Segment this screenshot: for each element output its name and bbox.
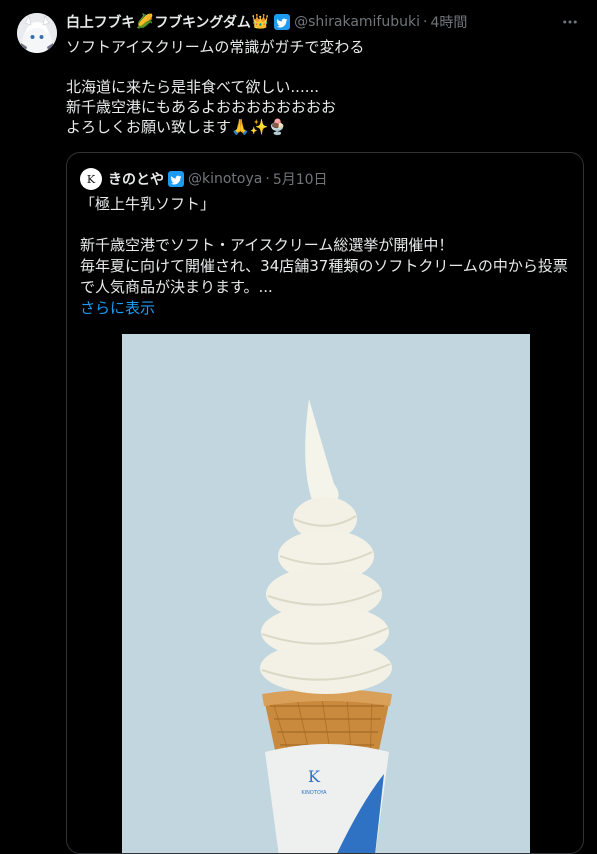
quoted-handle[interactable]: @kinotoya [188, 171, 262, 187]
quoted-tweet-text: 「極上牛乳ソフト」 新千歳空港でソフト・アイスクリーム総選挙が開催中！ 毎年夏に… [80, 194, 575, 319]
tweet-text: ソフトアイスクリームの常識がガチで変わる 北海道に来たら是非食べて欲しい....… [66, 37, 576, 137]
cup-logo-text: KINOTOYA [301, 790, 327, 796]
verified-badge-icon [168, 171, 184, 187]
tweet-text-line: ソフトアイスクリームの常識がガチで変わる [66, 38, 365, 56]
show-more-link[interactable]: さらに表示 [80, 298, 575, 319]
user-handle[interactable]: @shirakamifubuki [294, 14, 420, 30]
tweet[interactable]: 白上フブキ 🌽 フブキングダム 👑 @shirakamifubuki · 4時間… [0, 0, 597, 854]
quoted-text-line: 「極上牛乳ソフト」 [80, 195, 216, 213]
tweet-header: 白上フブキ 🌽 フブキングダム 👑 @shirakamifubuki · 4時間 [66, 12, 467, 32]
timestamp[interactable]: 4時間 [430, 12, 467, 32]
quoted-avatar[interactable]: K [80, 168, 102, 190]
quoted-avatar-letter: K [87, 173, 96, 186]
ice-cream-photo[interactable]: K KINOTOYA [122, 334, 530, 853]
tweet-text-line [66, 57, 576, 77]
tweet-text-line: よろしくお願い致します🙏✨🍨 [66, 118, 288, 136]
verified-badge-icon [274, 14, 291, 30]
quoted-text-line: 毎年夏に向けて開催され、34店舗37種類のソフトクリームの中から投票 [80, 257, 568, 275]
avatar[interactable] [17, 13, 57, 53]
corn-emoji: 🌽 [136, 14, 154, 30]
quoted-tweet-header: K きのとや @kinotoya · 5月10日 [80, 168, 328, 190]
quoted-tweet[interactable]: K きのとや @kinotoya · 5月10日 「極上牛乳ソフト」 新千歳空港… [66, 152, 584, 854]
more-options-icon[interactable] [559, 12, 581, 32]
quoted-date[interactable]: 5月10日 [273, 169, 328, 189]
cup-logo-letter: K [308, 767, 321, 786]
separator-dot: · [422, 14, 428, 30]
display-name[interactable]: 白上フブキ [66, 12, 135, 32]
separator-dot: · [265, 171, 270, 187]
crown-emoji: 👑 [251, 14, 270, 30]
quoted-display-name[interactable]: きのとや [108, 169, 164, 189]
tweet-text-line: 新千歳空港にもあるよおおおおおおおお [66, 98, 337, 116]
quoted-text-line: 新千歳空港でソフト・アイスクリーム総選挙が開催中！ [80, 236, 454, 254]
display-name-suffix[interactable]: フブキングダム [154, 12, 250, 32]
quoted-text-line [80, 215, 575, 235]
tweet-text-line: 北海道に来たら是非食べて欲しい...... [66, 78, 320, 96]
quoted-text-line: で人気商品が決まります。... [80, 278, 273, 296]
